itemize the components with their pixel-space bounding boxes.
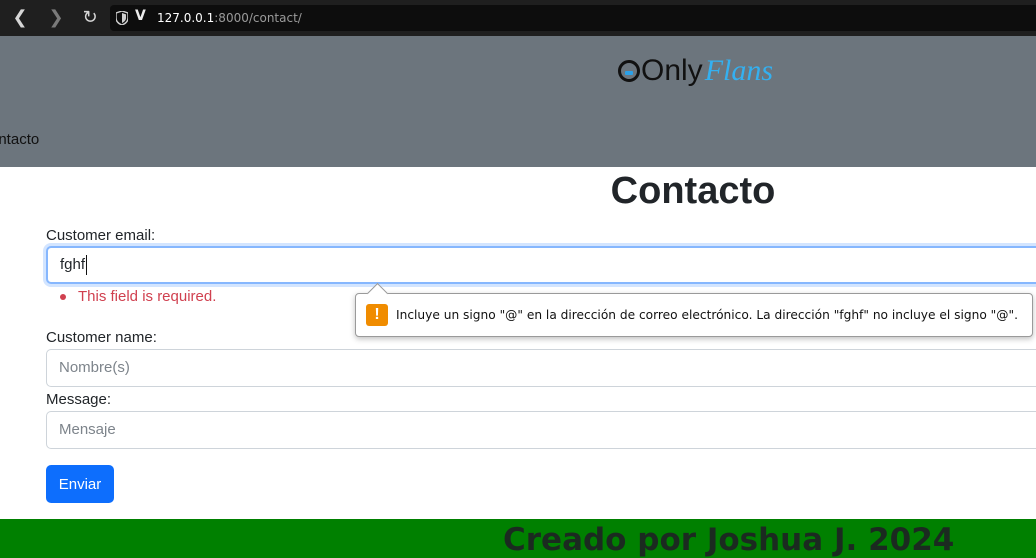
back-icon[interactable]: ❮ — [8, 6, 32, 30]
message-label: Message: — [46, 391, 112, 408]
v-icon[interactable]: V — [135, 8, 146, 24]
forward-icon[interactable]: ❯ — [44, 6, 68, 30]
shield-icon[interactable] — [116, 11, 128, 25]
logo-only-text: Only — [641, 54, 703, 87]
email-error-text: This field is required. — [78, 288, 217, 305]
validation-tooltip: ! Incluye un signo "@" en la dirección d… — [355, 293, 1033, 337]
nav-link-contacto[interactable]: ontacto — [0, 131, 39, 148]
url-path: :8000/contact/ — [214, 11, 302, 25]
warning-icon: ! — [366, 304, 388, 326]
message-placeholder: Mensaje — [59, 421, 116, 438]
name-label: Customer name: — [46, 329, 157, 346]
logo-flans-text: Flans — [704, 54, 774, 87]
name-field[interactable]: Nombre(s) — [46, 349, 1036, 387]
browser-toolbar: ❮ ❯ ↻ V 127.0.0.1:8000/contact/ — [0, 0, 1036, 36]
email-error: This field is required. — [60, 288, 216, 305]
email-value: fghf — [60, 256, 86, 273]
email-field[interactable]: fghf — [46, 246, 1036, 284]
reload-icon[interactable]: ↻ — [78, 6, 102, 30]
footer-text: Creado por Joshua J. 2024 — [503, 522, 955, 558]
page-title: Contacto — [610, 170, 776, 212]
message-field[interactable]: Mensaje — [46, 411, 1036, 449]
submit-button[interactable]: Enviar — [46, 465, 114, 503]
site-header: Only Flans ontacto — [0, 36, 1036, 167]
logo-o-icon — [618, 60, 640, 82]
site-logo[interactable]: Only Flans — [618, 51, 773, 91]
url-host: 127.0.0.1 — [157, 11, 215, 25]
site-footer: Creado por Joshua J. 2024 — [0, 519, 1036, 558]
name-placeholder: Nombre(s) — [59, 359, 130, 376]
text-caret — [86, 255, 88, 276]
tooltip-text: Incluye un signo "@" en la dirección de … — [396, 308, 1018, 322]
url-text[interactable]: 127.0.0.1:8000/contact/ — [157, 11, 302, 25]
email-label: Customer email: — [46, 227, 156, 244]
error-bullet-icon — [60, 293, 66, 300]
